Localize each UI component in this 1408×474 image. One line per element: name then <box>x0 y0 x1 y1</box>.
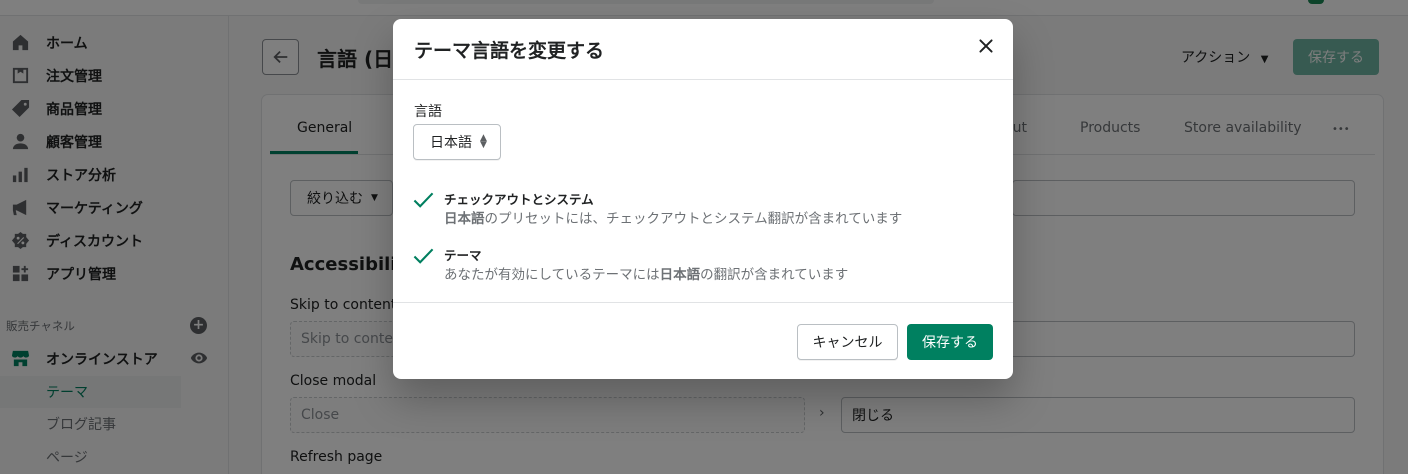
close-icon <box>979 39 993 53</box>
close-button[interactable] <box>975 35 997 57</box>
language-label: 言語 <box>414 104 442 120</box>
check-item-description: 日本語のプリセットには、チェックアウトとシステム翻訳が含まれています <box>444 211 903 227</box>
check-item-title: チェックアウトとシステム <box>444 192 594 207</box>
check-item-checkout: チェックアウトとシステム 日本語のプリセットには、チェックアウトとシステム翻訳が… <box>413 189 993 229</box>
modal-footer: キャンセル 保存する <box>393 302 1013 379</box>
language-value: 日本語 <box>430 135 472 151</box>
check-item-description: あなたが有効にしているテーマには日本語の翻訳が含まれています <box>444 267 849 283</box>
modal-header: テーマ言語を変更する <box>393 19 1013 80</box>
language-select[interactable]: 日本語 ▲ ▼ <box>413 124 501 160</box>
cancel-button[interactable]: キャンセル <box>797 324 898 360</box>
check-item-title: テーマ <box>444 248 482 263</box>
modal-title: テーマ言語を変更する <box>414 40 605 62</box>
check-item-theme: テーマ あなたが有効にしているテーマには日本語の翻訳が含まれています <box>413 245 993 285</box>
change-theme-language-dialog: テーマ言語を変更する 言語 日本語 ▲ ▼ チェックアウトとシステム 日本語のプリ… <box>393 19 1013 379</box>
select-arrows-icon: ▲ ▼ <box>480 133 487 150</box>
checkmark-icon <box>413 192 434 208</box>
save-button[interactable]: 保存する <box>907 324 993 360</box>
checkmark-icon <box>413 248 434 264</box>
